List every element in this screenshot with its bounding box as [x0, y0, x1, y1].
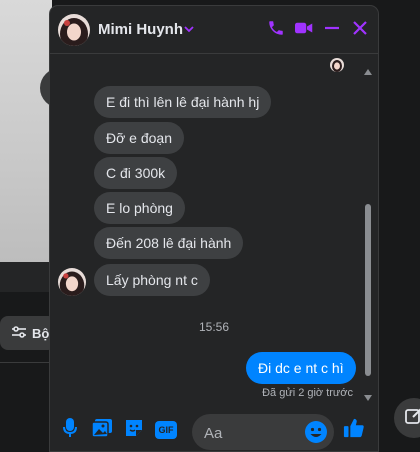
video-camera-icon — [295, 21, 313, 40]
minimize-icon — [324, 20, 340, 41]
sender-avatar[interactable] — [58, 268, 86, 296]
filter-label: Bộ — [32, 325, 50, 341]
chat-header: Mimi Huynh — [50, 6, 378, 54]
scroll-down-icon[interactable] — [364, 388, 372, 406]
attach-photo-button[interactable] — [90, 418, 114, 442]
background-band — [0, 262, 52, 292]
message-composer: GIF — [50, 410, 378, 452]
gif-button[interactable]: GIF — [154, 418, 178, 442]
background-photo — [0, 0, 80, 262]
message-bubble[interactable]: Đỡ e đoạn — [94, 122, 185, 154]
like-button[interactable] — [342, 418, 366, 442]
sticker-icon — [124, 418, 144, 443]
message-bubble[interactable]: Đến 208 lê đại hành — [94, 227, 244, 259]
sticker-button[interactable] — [122, 418, 146, 442]
emoji-button[interactable] — [304, 420, 328, 444]
phone-icon — [267, 19, 285, 42]
message-bubble[interactable]: Lấy phòng nt c — [94, 264, 210, 296]
chat-window: Mimi Huynh E đi thì lên lê đại hành hj Đ… — [50, 6, 378, 452]
scrollbar[interactable] — [362, 58, 374, 402]
new-message-button[interactable] — [394, 398, 420, 438]
thumbs-up-icon — [343, 417, 365, 444]
image-icon — [91, 418, 112, 442]
voice-call-button[interactable] — [264, 18, 288, 42]
message-input[interactable] — [202, 414, 306, 452]
voice-clip-button[interactable] — [58, 417, 82, 443]
message-input-container — [192, 414, 334, 452]
sent-status: Đã gửi 2 giờ trước — [262, 387, 353, 399]
scroll-up-icon[interactable] — [364, 62, 372, 80]
smiley-icon — [304, 421, 328, 448]
message-bubble[interactable]: E đi thì lên lê đại hành hj — [94, 86, 272, 118]
microphone-icon — [63, 417, 77, 443]
message-bubble[interactable]: E lo phòng — [94, 192, 185, 224]
background-divider — [0, 362, 52, 363]
close-icon — [352, 20, 368, 41]
video-call-button[interactable] — [292, 18, 316, 42]
gif-label: GIF — [158, 425, 174, 435]
contact-avatar[interactable] — [58, 14, 90, 46]
compose-icon — [404, 406, 420, 431]
message-timestamp: 15:56 — [198, 320, 230, 334]
read-receipt-avatar — [330, 58, 344, 72]
gif-icon: GIF — [155, 421, 177, 439]
scrollbar-thumb[interactable] — [365, 204, 371, 376]
chevron-down-icon[interactable] — [183, 22, 195, 40]
message-bubble[interactable]: C đi 300k — [94, 157, 178, 189]
contact-name[interactable]: Mimi Huynh — [98, 21, 183, 38]
minimize-button[interactable] — [320, 18, 344, 42]
filter-button[interactable]: Bộ — [0, 316, 56, 350]
close-button[interactable] — [348, 18, 372, 42]
my-message-bubble[interactable]: Đi dc e nt c hì — [246, 352, 356, 384]
message-list: E đi thì lên lê đại hành hj Đỡ e đoạn C … — [50, 54, 378, 399]
sliders-icon — [12, 325, 26, 341]
